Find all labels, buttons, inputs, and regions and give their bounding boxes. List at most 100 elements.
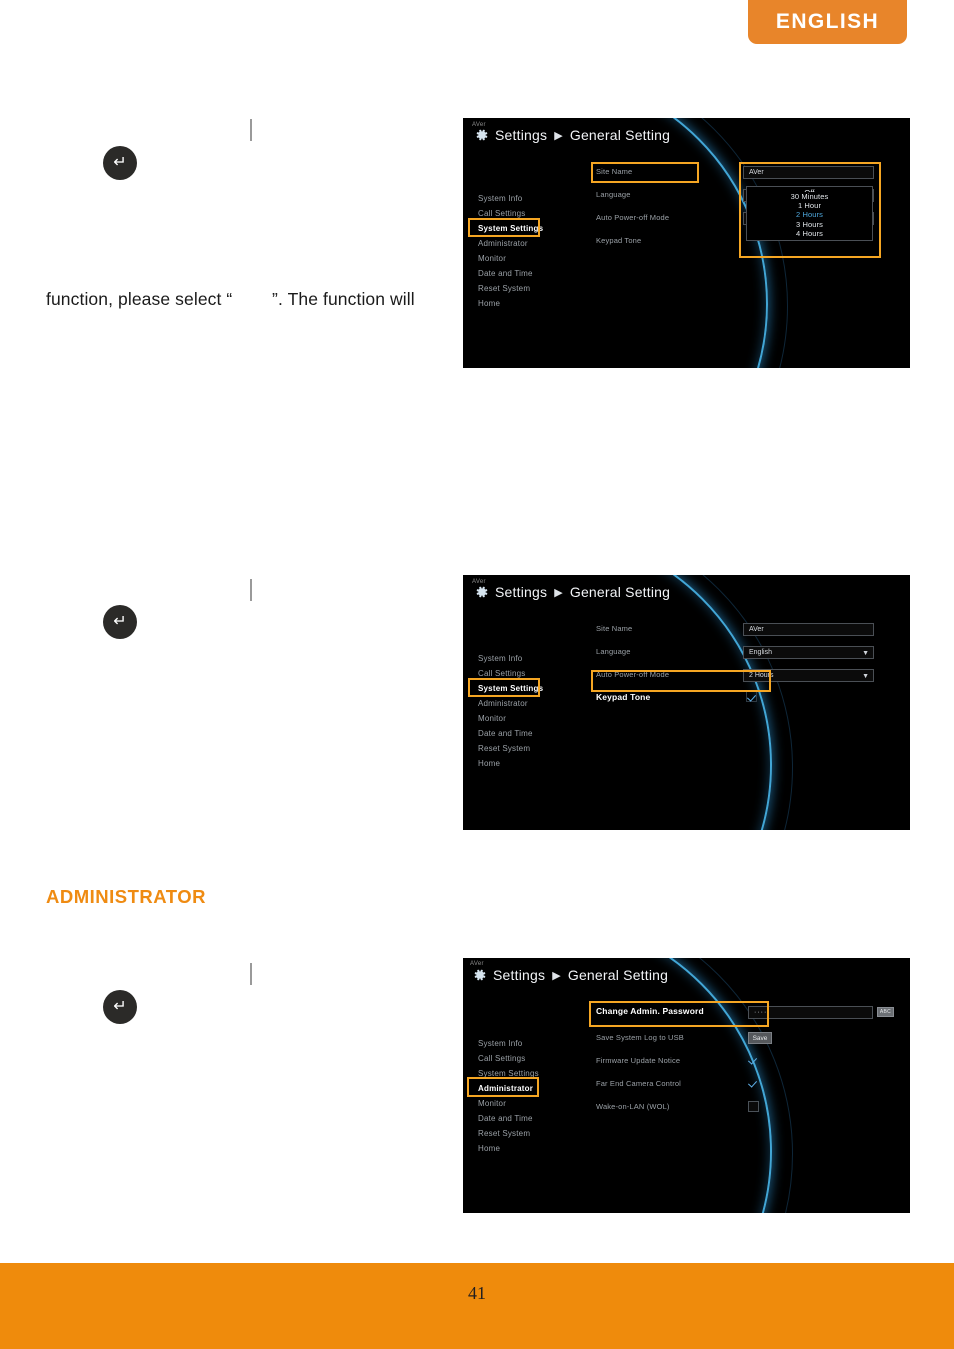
nav-item-reset-system[interactable]: Reset System xyxy=(472,281,552,296)
select-auto-power-off-mode[interactable]: 2 Hours ▼ xyxy=(743,669,874,682)
label-auto-power-off-mode: Auto Power-off Mode xyxy=(596,670,670,679)
select-language-value: English xyxy=(749,649,772,656)
input-site-name[interactable]: AVer xyxy=(743,166,874,179)
nav-item-administrator[interactable]: Administrator xyxy=(472,696,552,711)
device-screenshot-1: AVer Settings ▶ General Setting System I… xyxy=(463,118,910,368)
label-firmware-update-notice: Firmware Update Notice xyxy=(596,1056,681,1065)
screen-subtitle-3: General Setting xyxy=(567,967,669,983)
chevron-down-icon: ▼ xyxy=(862,650,869,657)
screen-form-3: Change Admin. Password ···· ABC Save Sys… xyxy=(596,1006,896,1125)
nav-item-call-settings[interactable]: Call Settings xyxy=(472,1051,552,1066)
body-paragraph-1: function, please select “ ”. The functio… xyxy=(46,289,415,309)
nav-item-reset-system[interactable]: Reset System xyxy=(472,741,552,756)
label-far-end-camera-control: Far End Camera Control xyxy=(596,1079,681,1088)
nav-item-home[interactable]: Home xyxy=(472,1141,552,1156)
select-language[interactable]: English ▼ xyxy=(743,646,874,659)
text-caret-mark xyxy=(250,963,252,985)
screen-titlebar-2: Settings ▶ General Setting xyxy=(473,584,670,600)
form-row-save-system-log: Save System Log to USB Save xyxy=(596,1032,896,1049)
page-footer: 41 xyxy=(0,1263,954,1349)
form-row-site-name: Site Name AVer xyxy=(596,166,896,182)
checkbox-keypad-tone[interactable] xyxy=(746,691,757,702)
manual-page: ENGLISH ↵ function, please select “ ”. T… xyxy=(0,0,954,1349)
screen-subtitle-2: General Setting xyxy=(569,584,671,600)
form-row-firmware-update-notice: Firmware Update Notice xyxy=(596,1055,896,1072)
nav-item-system-info[interactable]: System Info xyxy=(472,191,552,206)
label-language: Language xyxy=(596,647,631,656)
save-button[interactable]: Save xyxy=(748,1032,772,1044)
screen-title-3: Settings xyxy=(493,967,546,983)
nav-item-home[interactable]: Home xyxy=(472,296,552,311)
form-row-site-name: Site Name AVer xyxy=(596,623,896,639)
label-site-name: Site Name xyxy=(596,167,633,176)
nav-item-reset-system[interactable]: Reset System xyxy=(472,1126,552,1141)
form-row-language: Language English ▼ xyxy=(596,646,896,662)
label-wake-on-lan: Wake-on-LAN (WOL) xyxy=(596,1102,670,1111)
text-caret-mark xyxy=(250,119,252,141)
label-auto-power-off-mode: Auto Power-off Mode xyxy=(596,213,670,222)
nav-item-monitor[interactable]: Monitor xyxy=(472,1096,552,1111)
form-row-wake-on-lan: Wake-on-LAN (WOL) xyxy=(596,1101,896,1118)
dropdown-option-1-hour[interactable]: 1 Hour xyxy=(747,201,872,210)
nav-item-call-settings[interactable]: Call Settings xyxy=(472,666,552,681)
text-caret-mark xyxy=(250,579,252,601)
nav-item-call-settings[interactable]: Call Settings xyxy=(472,206,552,221)
screen-subtitle-1: General Setting xyxy=(569,127,671,143)
chevron-right-icon: ▶ xyxy=(554,586,563,599)
nav-item-system-info[interactable]: System Info xyxy=(472,651,552,666)
nav-item-system-settings[interactable]: System Settings xyxy=(472,221,552,236)
input-admin-password[interactable]: ···· xyxy=(748,1006,873,1019)
screen-titlebar-3: Settings ▶ General Setting xyxy=(471,967,668,983)
checkbox-firmware-update-notice[interactable] xyxy=(748,1055,759,1066)
nav-item-date-and-time[interactable]: Date and Time xyxy=(472,726,552,741)
screen-nav-2: System Info Call Settings System Setting… xyxy=(472,651,552,771)
label-keypad-tone: Keypad Tone xyxy=(596,692,651,702)
form-row-change-admin-password: Change Admin. Password ···· ABC xyxy=(596,1006,896,1024)
language-tab[interactable]: ENGLISH xyxy=(748,0,907,44)
section-heading-administrator: ADMINISTRATOR xyxy=(46,886,206,907)
gear-icon xyxy=(471,967,487,983)
chevron-right-icon: ▶ xyxy=(552,969,561,982)
nav-item-system-info[interactable]: System Info xyxy=(472,1036,552,1051)
return-key-icon: ↵ xyxy=(103,146,137,180)
keyboard-mode-button[interactable]: ABC xyxy=(877,1007,894,1017)
device-screenshot-2: AVer Settings ▶ General Setting System I… xyxy=(463,575,910,830)
label-site-name: Site Name xyxy=(596,624,633,633)
nav-item-administrator[interactable]: Administrator xyxy=(472,1081,552,1096)
dropdown-option-30-minutes[interactable]: 30 Minutes xyxy=(747,192,872,201)
device-screenshot-3: AVer Settings ▶ General Setting System I… xyxy=(463,958,910,1213)
label-save-system-log-to-usb: Save System Log to USB xyxy=(596,1033,684,1042)
dropdown-option-4-hours[interactable]: 4 Hours xyxy=(747,229,872,238)
checkbox-wake-on-lan[interactable] xyxy=(748,1101,759,1112)
screen-titlebar-1: Settings ▶ General Setting xyxy=(473,127,670,143)
nav-item-home[interactable]: Home xyxy=(472,756,552,771)
nav-item-monitor[interactable]: Monitor xyxy=(472,251,552,266)
dropdown-auto-power-off-options[interactable]: Off 30 Minutes 1 Hour 2 Hours 3 Hours 4 … xyxy=(746,186,873,242)
screen-title-1: Settings xyxy=(495,127,548,143)
form-row-keypad-tone: Keypad Tone xyxy=(596,691,896,710)
page-number: 41 xyxy=(468,1283,486,1303)
select-auto-power-off-value: 2 Hours xyxy=(749,672,774,679)
nav-item-system-settings[interactable]: System Settings xyxy=(472,1066,552,1081)
screen-form-2: Site Name AVer Language English ▼ Auto P… xyxy=(596,623,896,717)
label-keypad-tone: Keypad Tone xyxy=(596,236,642,245)
label-change-admin-password: Change Admin. Password xyxy=(596,1006,704,1016)
chevron-right-icon: ▶ xyxy=(554,129,563,142)
nav-item-date-and-time[interactable]: Date and Time xyxy=(472,266,552,281)
dropdown-option-3-hours[interactable]: 3 Hours xyxy=(747,220,872,229)
nav-item-system-settings[interactable]: System Settings xyxy=(472,681,552,696)
nav-item-date-and-time[interactable]: Date and Time xyxy=(472,1111,552,1126)
nav-item-administrator[interactable]: Administrator xyxy=(472,236,552,251)
checkbox-far-end-camera-control[interactable] xyxy=(748,1078,759,1089)
gear-icon xyxy=(473,127,489,143)
screen-title-2: Settings xyxy=(495,584,548,600)
nav-item-monitor[interactable]: Monitor xyxy=(472,711,552,726)
form-row-auto-power-off: Auto Power-off Mode 2 Hours ▼ xyxy=(596,669,896,685)
return-key-icon: ↵ xyxy=(103,990,137,1024)
gear-icon xyxy=(473,584,489,600)
dropdown-option-2-hours[interactable]: 2 Hours xyxy=(747,210,872,219)
form-row-far-end-camera-control: Far End Camera Control xyxy=(596,1078,896,1095)
chevron-down-icon: ▼ xyxy=(862,673,869,680)
input-site-name[interactable]: AVer xyxy=(743,623,874,636)
screen-nav-3: System Info Call Settings System Setting… xyxy=(472,1036,552,1156)
